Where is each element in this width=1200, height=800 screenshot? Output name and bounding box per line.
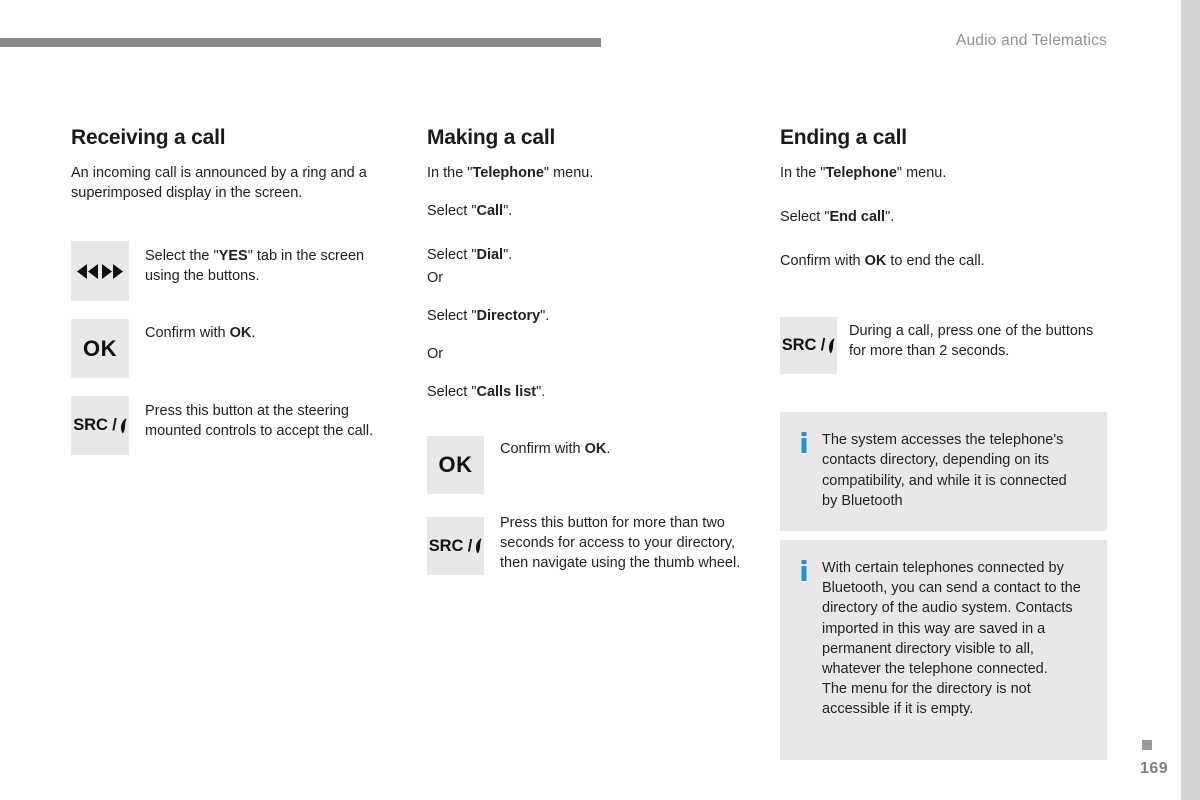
src-text: SRC / bbox=[428, 536, 473, 555]
info-icon bbox=[800, 559, 808, 589]
instruction-text: Confirm with OK. bbox=[145, 325, 256, 342]
ok-glyph: OK bbox=[83, 335, 117, 361]
info-note: With certain telephones connected by Blu… bbox=[780, 539, 1107, 760]
rewind-forward-glyph bbox=[77, 263, 123, 279]
step-line: Select "Directory". bbox=[427, 308, 550, 325]
step-line: Select "End call". bbox=[780, 209, 895, 226]
instruction-text: Press this button for more than two seco… bbox=[500, 515, 741, 572]
ok-button-icon: OK bbox=[71, 319, 129, 379]
step-line: Select "Dial". bbox=[427, 247, 513, 264]
step-line: Or bbox=[427, 346, 444, 363]
instruction-text: Confirm with OK. bbox=[500, 441, 611, 458]
page-title-receiving-a-call: Receiving a call bbox=[71, 126, 226, 149]
src-phone-button-icon: SRC / bbox=[780, 317, 837, 375]
ok-glyph: OK bbox=[438, 452, 473, 478]
instruction-row: Select the "YES" tab in the screen using… bbox=[71, 241, 401, 302]
info-note: The system accesses the telephone's cont… bbox=[780, 412, 1107, 531]
header-section-label: Audio and Telematics bbox=[955, 32, 1107, 49]
phone-handset-icon bbox=[476, 538, 482, 554]
info-note-text: The system accesses the telephone's cont… bbox=[822, 432, 1067, 509]
src-glyph: SRC / bbox=[73, 416, 127, 435]
info-note-text: With certain telephones connected by Blu… bbox=[822, 559, 1081, 718]
page-title-making-a-call: Making a call bbox=[427, 126, 556, 149]
src-phone-button-icon: SRC / bbox=[71, 396, 129, 456]
page-number: 169 bbox=[1140, 760, 1169, 777]
src-glyph: SRC / bbox=[782, 336, 836, 355]
src-text: SRC / bbox=[73, 416, 117, 435]
instruction-text: During a call, press one of the buttons … bbox=[849, 323, 1094, 360]
intro-paragraph-receiving: An incoming call is announced by a ring … bbox=[71, 165, 367, 202]
header-rule bbox=[0, 38, 601, 47]
phone-handset-icon bbox=[829, 338, 835, 353]
instruction-text: Press this button at the steering mounte… bbox=[145, 403, 374, 440]
step-line: Confirm with OK to end the call. bbox=[780, 253, 985, 270]
instruction-row: SRC / During a call, press one of the bu… bbox=[780, 317, 1107, 375]
phone-handset-icon bbox=[120, 418, 127, 433]
ok-button-icon: OK bbox=[427, 436, 484, 495]
instruction-row: OK Confirm with OK. bbox=[427, 436, 760, 495]
instruction-text: Select the "YES" tab in the screen using… bbox=[145, 248, 365, 285]
instruction-row: SRC / Press this button at the steering … bbox=[71, 396, 401, 456]
page-edge-strip bbox=[1181, 0, 1200, 800]
step-line: In the "Telephone" menu. bbox=[427, 165, 594, 182]
footer-marker-square bbox=[1142, 740, 1152, 750]
src-glyph: SRC / bbox=[429, 537, 483, 556]
rewind-forward-icon bbox=[71, 241, 129, 302]
info-icon bbox=[800, 432, 808, 461]
column-ending-a-call: Ending a call In the "Telephone" menu. S… bbox=[780, 126, 1107, 760]
column-making-a-call: Making a call In the "Telephone" menu. S… bbox=[427, 126, 760, 576]
instruction-row: OK Confirm with OK. bbox=[71, 319, 401, 379]
step-line: Select "Call". bbox=[427, 203, 513, 220]
instruction-row: SRC / Press this button for more than tw… bbox=[427, 515, 760, 576]
step-line: Or bbox=[427, 270, 444, 287]
src-phone-button-icon: SRC / bbox=[427, 517, 484, 576]
column-receiving-a-call: Receiving a call An incoming call is ann… bbox=[71, 126, 401, 456]
page-title-ending-a-call: Ending a call bbox=[780, 126, 907, 149]
src-text: SRC / bbox=[781, 336, 826, 355]
step-line: Select "Calls list". bbox=[427, 384, 546, 401]
step-line: In the "Telephone" menu. bbox=[780, 165, 947, 182]
